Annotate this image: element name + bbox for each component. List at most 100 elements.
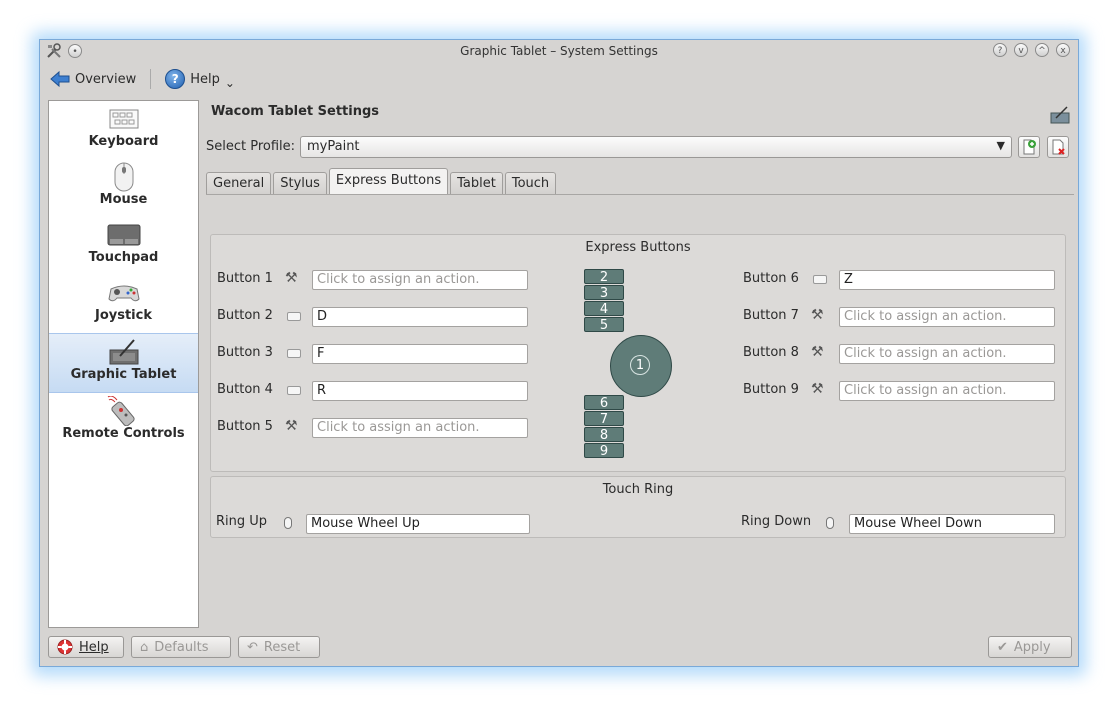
ring-down-label: Ring Down	[741, 514, 812, 529]
group-title: Touch Ring	[602, 482, 674, 497]
reset-button-label: Reset	[263, 639, 301, 655]
joystick-icon	[107, 285, 140, 302]
sidebar-item-mouse[interactable]: Mouse	[49, 159, 198, 217]
pad-ring-center[interactable]: 1	[630, 355, 650, 375]
new-document-icon	[1023, 139, 1036, 155]
defaults-icon: ⌂	[140, 639, 149, 655]
mouse-icon	[284, 517, 292, 529]
page-title: Wacom Tablet Settings	[211, 104, 380, 119]
tab-express-buttons[interactable]: Express Buttons	[328, 168, 449, 195]
wrench-icon: ⚒	[285, 270, 298, 286]
sidebar-item-keyboard[interactable]: Keyboard	[49, 101, 198, 159]
button-2-action-field[interactable]: D	[312, 307, 528, 327]
ring-up-label: Ring Up	[216, 514, 268, 529]
profile-row: Select Profile: myPaint ▼	[206, 136, 1074, 160]
profile-label: Select Profile:	[206, 139, 296, 154]
button-4-action-field[interactable]: R	[312, 381, 528, 401]
apply-button-label: Apply	[1013, 639, 1051, 655]
graphic-tablet-icon	[109, 339, 138, 365]
tab-touch[interactable]: Touch	[504, 172, 557, 195]
mouse-icon	[114, 162, 133, 192]
pad-key-2[interactable]: 2	[584, 269, 624, 285]
button-7-label: Button 7	[743, 308, 799, 323]
reset-button[interactable]: ↶ Reset	[238, 636, 320, 658]
undo-icon: ↶	[247, 639, 258, 655]
window-title: Graphic Tablet – System Settings	[460, 44, 658, 58]
content-area: Wacom Tablet Settings Select Profile: my…	[206, 100, 1074, 628]
delete-document-icon	[1052, 139, 1065, 155]
touch-ring-group: Touch Ring Ring Up Mouse Wheel Up Ring D…	[210, 476, 1066, 538]
button-7-action-field[interactable]: Click to assign an action.	[839, 307, 1055, 327]
tablet-icon	[1050, 106, 1070, 124]
sidebar-item-label: Keyboard	[88, 134, 159, 149]
profile-select-value: myPaint	[307, 139, 360, 154]
sidebar-item-label: Mouse	[99, 192, 148, 207]
help-menu-button[interactable]: ? Help ⌄	[161, 67, 239, 91]
maximize-button[interactable]: ^	[1035, 43, 1049, 57]
defaults-button-label: Defaults	[154, 639, 209, 655]
remote-control-icon	[107, 396, 135, 426]
minimize-button[interactable]: v	[1014, 43, 1028, 57]
wrench-icon: ⚒	[811, 344, 824, 360]
chevron-down-icon: ▼	[996, 139, 1005, 152]
button-3-action-field[interactable]: F	[312, 344, 528, 364]
tab-bar: General Stylus Express Buttons Tablet To…	[206, 168, 557, 195]
keyboard-icon	[813, 275, 827, 284]
button-1-label: Button 1	[217, 271, 273, 286]
pad-key-5[interactable]: 5	[584, 317, 624, 333]
pad-key-4[interactable]: 4	[584, 301, 624, 317]
ring-down-action-field[interactable]: Mouse Wheel Down	[849, 514, 1055, 534]
pad-key-7[interactable]: 7	[584, 411, 624, 427]
sidebar-item-touchpad[interactable]: Touchpad	[49, 217, 198, 275]
chevron-down-icon: ⌄	[224, 76, 235, 90]
toolbar: Overview ? Help ⌄	[46, 66, 239, 92]
group-title: Express Buttons	[585, 240, 691, 255]
button-1-action-field[interactable]: Click to assign an action.	[312, 270, 528, 290]
delete-profile-button[interactable]	[1047, 136, 1069, 158]
pad-key-6[interactable]: 6	[584, 395, 624, 411]
profile-select[interactable]: myPaint ▼	[300, 136, 1012, 158]
help-lifebuoy-icon	[57, 639, 73, 655]
mouse-icon	[826, 517, 834, 529]
help-button-label: Help	[79, 639, 109, 655]
defaults-button[interactable]: ⌂ Defaults	[131, 636, 231, 658]
tab-general[interactable]: General	[206, 172, 272, 195]
sidebar-item-label: Joystick	[94, 308, 152, 323]
add-profile-button[interactable]	[1018, 136, 1040, 158]
ring-up-action-field[interactable]: Mouse Wheel Up	[306, 514, 530, 534]
help-button[interactable]: Help	[48, 636, 124, 658]
tab-divider	[206, 194, 1074, 195]
overview-label: Overview	[75, 71, 137, 87]
button-9-label: Button 9	[743, 382, 799, 397]
help-icon: ?	[165, 69, 186, 89]
title-bar[interactable]: • Graphic Tablet – System Settings ? v ^…	[40, 40, 1078, 64]
apply-button[interactable]: ✔ Apply	[988, 636, 1072, 658]
wrench-icon: ⚒	[811, 307, 824, 323]
pad-key-3[interactable]: 3	[584, 285, 624, 301]
keyboard-icon	[287, 312, 301, 321]
sidebar-item-remote-controls[interactable]: Remote Controls	[49, 393, 198, 451]
button-2-label: Button 2	[217, 308, 273, 323]
button-9-action-field[interactable]: Click to assign an action.	[839, 381, 1055, 401]
context-help-button[interactable]: ?	[993, 43, 1007, 57]
close-button[interactable]: x	[1056, 43, 1070, 57]
tab-stylus[interactable]: Stylus	[273, 172, 327, 195]
touchpad-icon	[107, 224, 140, 246]
wrench-icon: ⚒	[285, 418, 298, 434]
sidebar-item-label: Graphic Tablet	[70, 367, 177, 382]
button-8-action-field[interactable]: Click to assign an action.	[839, 344, 1055, 364]
pad-touch-ring[interactable]: 1	[610, 335, 672, 397]
settings-window: • Graphic Tablet – System Settings ? v ^…	[39, 39, 1079, 667]
module-sidebar: Keyboard Mouse Touchpad Joystick Graphic…	[48, 100, 199, 628]
sidebar-item-joystick[interactable]: Joystick	[49, 275, 198, 333]
button-6-action-field[interactable]: Z	[839, 270, 1055, 290]
sidebar-item-label: Touchpad	[88, 250, 159, 265]
pad-key-8[interactable]: 8	[584, 427, 624, 443]
keyboard-icon	[287, 349, 301, 358]
pad-key-9[interactable]: 9	[584, 443, 624, 459]
button-5-action-field[interactable]: Click to assign an action.	[312, 418, 528, 438]
sidebar-item-graphic-tablet[interactable]: Graphic Tablet	[49, 333, 198, 393]
express-buttons-group: Express Buttons Button 1 ⚒ Click to assi…	[210, 234, 1066, 472]
overview-button[interactable]: Overview	[46, 67, 140, 91]
tab-tablet[interactable]: Tablet	[450, 172, 503, 195]
